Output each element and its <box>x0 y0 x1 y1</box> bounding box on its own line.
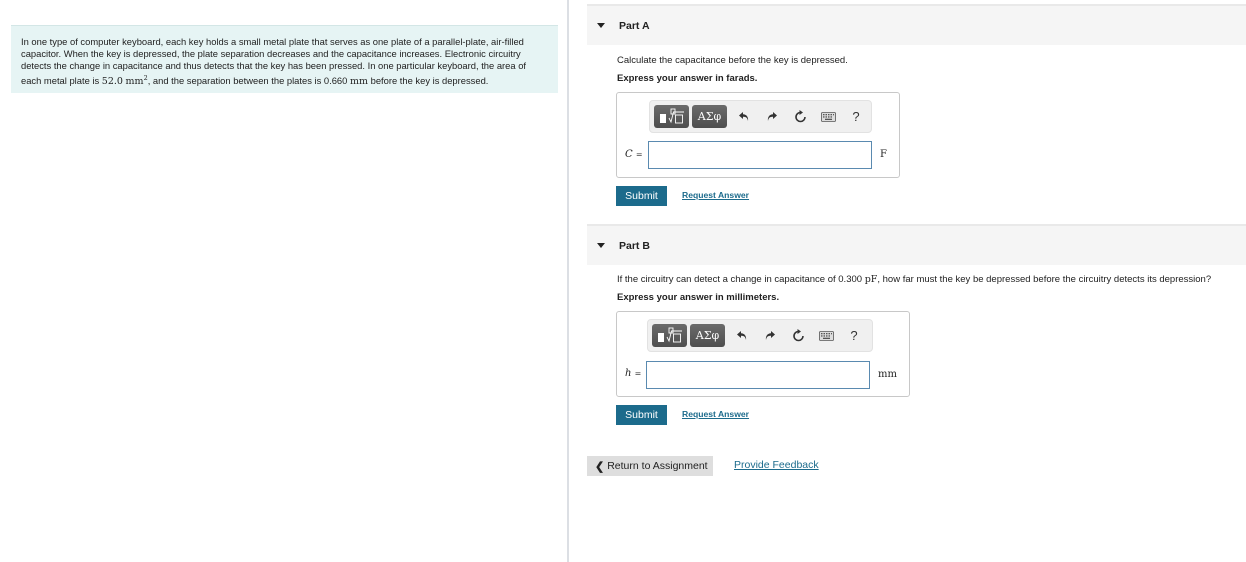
problem-intro: In one type of computer keyboard, each k… <box>11 25 558 93</box>
part-a-instruction: Express your answer in farads. <box>617 73 758 84</box>
collapse-caret-icon[interactable] <box>597 243 605 248</box>
part-a-submit-button[interactable]: Submit <box>616 186 667 206</box>
part-a-header[interactable]: Part A <box>587 4 1246 45</box>
part-a-math-toolbar: ΑΣφ ? <box>649 100 872 133</box>
collapse-caret-icon[interactable] <box>597 23 605 28</box>
part-a-answer-box: ΑΣφ ? C = F <box>616 92 900 178</box>
separation-unit: mm <box>349 76 368 88</box>
separation-value: 0.660 <box>323 75 348 87</box>
undo-icon[interactable] <box>730 105 758 128</box>
symbols-button[interactable]: ΑΣφ <box>690 324 725 347</box>
help-button[interactable]: ? <box>842 105 870 128</box>
part-a-answer-input[interactable] <box>648 141 872 169</box>
keyboard-icon[interactable] <box>812 324 840 347</box>
provide-feedback-link[interactable]: Provide Feedback <box>734 459 819 471</box>
part-b-submit-button[interactable]: Submit <box>616 405 667 425</box>
templates-button[interactable] <box>654 105 689 128</box>
reset-icon[interactable] <box>786 105 814 128</box>
part-b-title: Part B <box>619 239 650 252</box>
problem-statement-pane: In one type of computer keyboard, each k… <box>0 0 567 562</box>
templates-icon <box>657 327 682 342</box>
chevron-left-icon: ❮ <box>595 460 605 473</box>
part-a-question: Calculate the capacitance before the key… <box>617 55 848 66</box>
return-label: Return to Assignment <box>607 460 708 472</box>
part-b-variable-label: h = <box>625 368 642 379</box>
part-b-request-answer-link[interactable]: Request Answer <box>682 409 749 419</box>
redo-icon[interactable] <box>756 324 784 347</box>
undo-icon[interactable] <box>728 324 756 347</box>
part-b-math-toolbar: ΑΣφ ? <box>647 319 873 352</box>
symbols-button[interactable]: ΑΣφ <box>692 105 727 128</box>
parts-pane: Part A Calculate the capacitance before … <box>587 0 1246 562</box>
part-b-answer-box: ΑΣφ ? h = mm <box>616 311 910 397</box>
area-value: 52.0 <box>101 76 123 88</box>
templates-button[interactable] <box>652 324 687 347</box>
part-a-variable-label: C = <box>625 149 643 160</box>
help-button[interactable]: ? <box>840 324 868 347</box>
part-b-unit: mm <box>878 369 897 380</box>
return-to-assignment-button[interactable]: ❮ Return to Assignment <box>587 456 713 476</box>
capacitance-unit: pF <box>864 274 878 285</box>
part-a-title: Part A <box>619 19 650 32</box>
part-b-header[interactable]: Part B <box>587 224 1246 265</box>
part-b-answer-input[interactable] <box>646 361 870 389</box>
area-unit: mm <box>125 76 144 88</box>
intro-text-3: before the key is depressed. <box>368 75 489 87</box>
pane-divider[interactable] <box>567 0 569 562</box>
redo-icon[interactable] <box>758 105 786 128</box>
part-a-unit: F <box>880 149 887 160</box>
part-b-question: If the circuitry can detect a change in … <box>617 274 1212 285</box>
intro-text-2: , and the separation between the plates … <box>147 75 324 87</box>
keyboard-icon[interactable] <box>814 105 842 128</box>
part-a-request-answer-link[interactable]: Request Answer <box>682 190 749 200</box>
templates-icon <box>659 108 684 123</box>
part-b-instruction: Express your answer in millimeters. <box>617 292 780 303</box>
reset-icon[interactable] <box>784 324 812 347</box>
